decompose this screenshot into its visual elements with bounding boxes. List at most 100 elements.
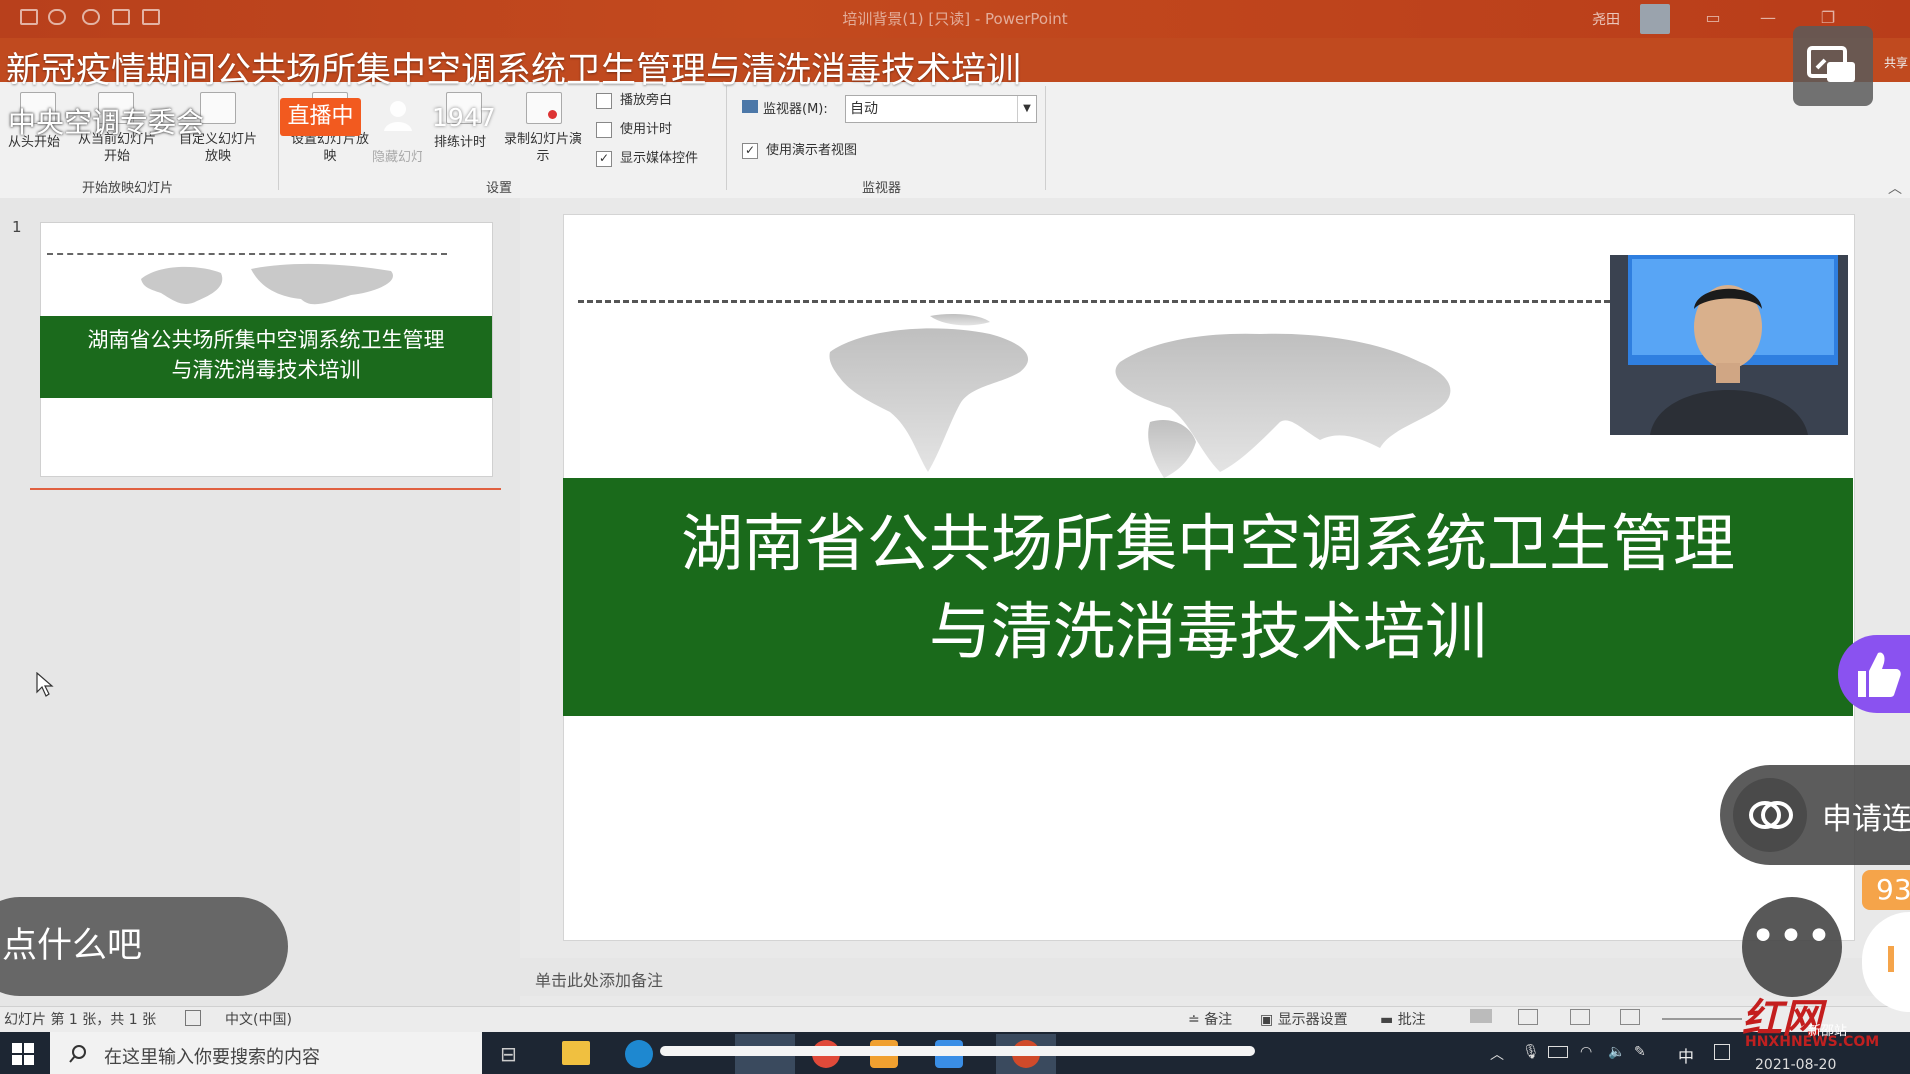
notes-toggle[interactable]: ≐ 备注 (1188, 1009, 1232, 1029)
notes-icon: ≐ (1188, 1012, 1205, 1028)
slide-title[interactable]: 湖南省公共场所集中空调系统卫生管理 与清洗消毒技术培训 (563, 500, 1853, 676)
comments-button[interactable]: ▬ 批注 (1380, 1009, 1426, 1029)
screen-share-icon (1807, 46, 1855, 82)
battery-icon[interactable] (1548, 1046, 1568, 1058)
user-avatar[interactable] (1640, 4, 1670, 34)
monitor-select[interactable]: 自动 ▼ (845, 95, 1037, 123)
display-settings-label: 显示器设置 (1277, 1012, 1348, 1028)
notes-toggle-label: 备注 (1204, 1012, 1233, 1028)
monitor-label: 监视器(M): (763, 102, 828, 117)
video-progress-bar[interactable] (660, 1046, 1255, 1056)
hide-slide-button[interactable]: 隐藏幻灯片 (372, 146, 422, 165)
thumbnail-title-line2: 与清洗消毒技术培训 (171, 358, 361, 382)
stream-title: 新冠疫情期间公共场所集中空调系统卫生管理与清洗消毒技术培训 (6, 51, 1022, 91)
ime-mode-icon[interactable] (1714, 1044, 1730, 1060)
monitor-icon (742, 100, 758, 113)
task-view-icon[interactable]: ⊟ (500, 1042, 517, 1066)
microphone-icon[interactable]: 🎙 (1522, 1044, 1540, 1060)
ribbon-separator (726, 86, 727, 190)
checkbox-box[interactable] (596, 121, 612, 138)
monitor-select-value: 自动 (850, 101, 878, 117)
like-button[interactable] (1838, 635, 1910, 713)
like-count-badge: 93 (1862, 870, 1910, 910)
viewer-icon (384, 101, 412, 131)
language-status[interactable]: 中文(中国) (225, 1009, 292, 1029)
channel-name[interactable]: 中央空调专委会 (8, 101, 204, 141)
edge-icon[interactable] (625, 1040, 653, 1068)
presenter-view-checkbox[interactable]: ✓ 使用演示者视图 (742, 139, 857, 159)
more-options-button[interactable]: ••• (1742, 897, 1842, 997)
reading-view-icon[interactable] (1570, 1009, 1590, 1025)
setup-show-button[interactable]: 设置幻灯片放映 (290, 131, 370, 165)
slide-sorter-icon[interactable] (1518, 1009, 1538, 1025)
share-screen-button[interactable] (1793, 26, 1873, 106)
search-placeholder[interactable]: 在这里输入你要搜索的内容 (104, 1043, 320, 1069)
slideshow-view-icon[interactable] (1620, 1009, 1640, 1025)
notes-placeholder[interactable]: 单击此处添加备注 (535, 967, 663, 991)
mouse-cursor-icon (36, 672, 54, 697)
apply-connect-label: 申请连 (1822, 802, 1910, 837)
use-timing-checkbox[interactable]: 使用计时 (596, 118, 672, 138)
volume-icon[interactable]: 🔈 (1608, 1044, 1625, 1060)
pen-icon[interactable]: ✎ (1634, 1044, 1646, 1060)
search-icon (69, 1045, 86, 1063)
window-title: 培训背景(1) [只读] - PowerPoint (842, 10, 1068, 28)
comments-label: 批注 (1397, 1012, 1426, 1028)
record-icon[interactable] (526, 92, 562, 124)
live-badge: 直播中 (280, 98, 361, 136)
share-label: 共享 (1884, 56, 1909, 70)
checkbox-box[interactable]: ✓ (596, 150, 612, 167)
thumbnail-title-band: 湖南省公共场所集中空调系统卫生管理 与清洗消毒技术培训 (40, 316, 492, 398)
slide-count-status: 幻灯片 第 1 张，共 1 张 (4, 1012, 157, 1028)
display-settings-button[interactable]: ▣ 显示器设置 (1260, 1009, 1348, 1029)
insertion-marker (30, 488, 501, 490)
link-icon (1749, 801, 1793, 829)
minimize-icon[interactable]: — (1755, 6, 1781, 30)
normal-view-icon[interactable] (1470, 1009, 1492, 1023)
presenter-video (1610, 255, 1848, 435)
thumbs-up-icon (1858, 652, 1901, 697)
group-label-setup: 设置 (486, 181, 513, 196)
ribbon-separator (1045, 86, 1046, 190)
ribbon-separator (278, 86, 279, 190)
world-map-icon (829, 314, 1451, 478)
show-media-label: 显示媒体控件 (620, 151, 699, 166)
presenter-webcam (1610, 255, 1848, 435)
presenter-view-label: 使用演示者视图 (766, 143, 858, 158)
display-icon: ▣ (1260, 1012, 1278, 1028)
rehearse-timing-button[interactable]: 排练计时 (434, 131, 486, 150)
windows-start-icon[interactable] (12, 1043, 34, 1065)
comment-icon: ▬ (1380, 1012, 1398, 1028)
world-map-icon (141, 263, 393, 305)
viewer-count: 1947 (432, 103, 496, 132)
tray-chevron-icon[interactable]: ︿ (1490, 1044, 1504, 1064)
thumbnail-title-line1: 湖南省公共场所集中空调系统卫生管理 (87, 328, 445, 352)
file-explorer-icon[interactable] (562, 1041, 590, 1065)
taskbar-date[interactable]: 2021-08-20 (1755, 1057, 1836, 1073)
thumbnail-dashed-line (47, 253, 447, 255)
connect-icon (1733, 778, 1807, 852)
slide-dashed-line (578, 300, 1610, 303)
user-name: 尧田 (1592, 12, 1620, 28)
wifi-icon[interactable]: ◠ (1580, 1044, 1592, 1060)
ribbon-display-icon[interactable]: ▭ (1700, 6, 1726, 30)
collapse-ribbon-icon[interactable]: ︿ (1888, 178, 1902, 198)
watermark-site: HNXHNEWS.COM (1745, 1034, 1880, 1050)
play-narration-label: 播放旁白 (620, 93, 673, 108)
zoom-slider[interactable] (1662, 1018, 1742, 1020)
notes-pane[interactable] (520, 958, 1910, 996)
group-label-start: 开始放映幻灯片 (82, 181, 174, 196)
checkbox-box[interactable] (596, 92, 612, 109)
ime-indicator[interactable]: 中 (1678, 1043, 1694, 1067)
thumbnail-number: 1 (12, 218, 22, 236)
custom-show-icon[interactable] (200, 92, 236, 124)
spellcheck-icon[interactable] (185, 1010, 201, 1026)
record-button[interactable]: 录制幻灯片演示 (498, 131, 588, 165)
chat-input[interactable]: 点什么吧 (0, 897, 288, 996)
checkbox-box[interactable]: ✓ (742, 142, 758, 159)
use-timing-label: 使用计时 (620, 122, 673, 137)
show-media-checkbox[interactable]: ✓ 显示媒体控件 (596, 147, 698, 167)
chevron-down-icon[interactable]: ▼ (1017, 96, 1036, 122)
group-label-monitor: 监视器 (862, 181, 902, 196)
gift-icon (1888, 946, 1894, 972)
